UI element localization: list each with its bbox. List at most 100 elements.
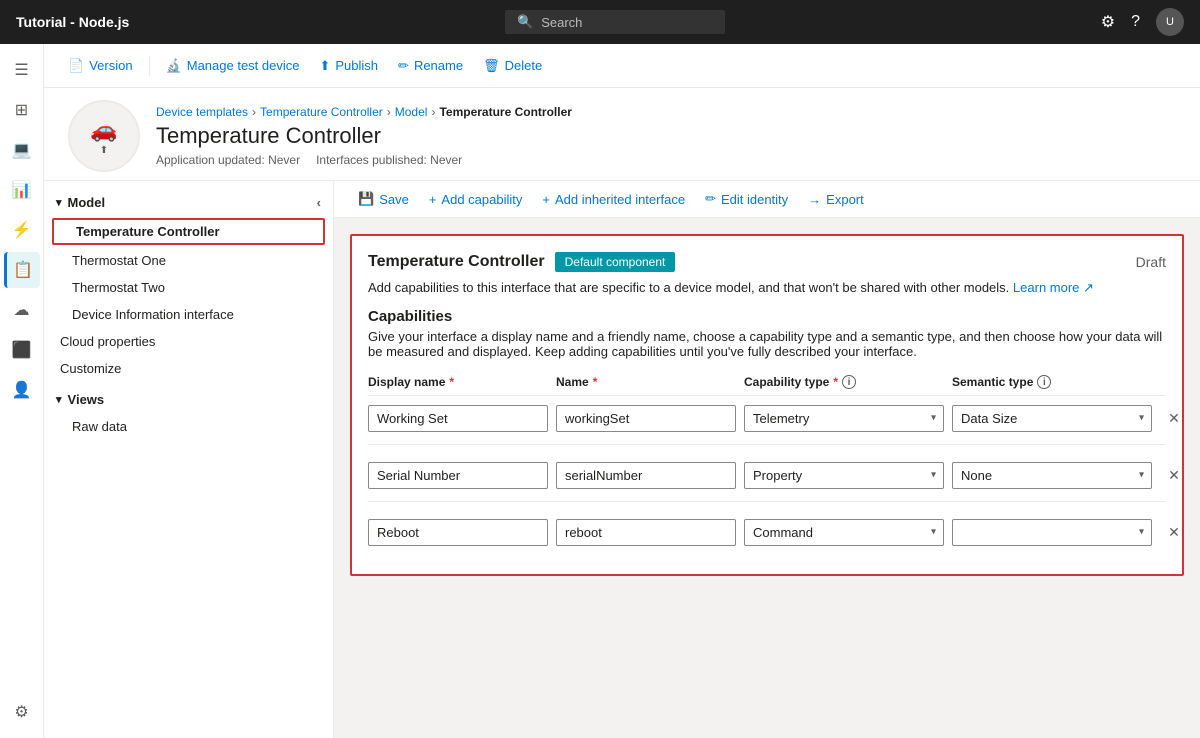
sidebar-item-temperature-controller[interactable]: Temperature Controller bbox=[52, 218, 325, 245]
semantic-type-select-3[interactable]: None bbox=[952, 519, 1152, 546]
views-chevron-icon: ▾ bbox=[56, 393, 62, 406]
rail-devices[interactable]: 💻 bbox=[4, 132, 40, 168]
sidebar-item-cloud-properties[interactable]: Cloud properties bbox=[44, 328, 333, 355]
version-button[interactable]: 📄 Version bbox=[60, 54, 141, 78]
learn-more-link[interactable]: Learn more ↗ bbox=[1013, 280, 1094, 295]
model-section-header[interactable]: ▾ Model ‹ bbox=[44, 189, 333, 216]
save-icon: 💾 bbox=[358, 191, 374, 207]
rail-persons[interactable]: 👤 bbox=[4, 372, 40, 408]
interface-title: Temperature Controller bbox=[368, 253, 545, 271]
rail-settings[interactable]: ⚙ bbox=[4, 694, 40, 730]
trash-icon: 🗑 bbox=[483, 58, 500, 74]
default-component-badge: Default component bbox=[555, 252, 676, 272]
rail-analytics[interactable]: 📊 bbox=[4, 172, 40, 208]
delete-row-2-button[interactable]: ✕ bbox=[1160, 461, 1188, 489]
rail-dashboard[interactable]: ⊞ bbox=[4, 92, 40, 128]
search-bar[interactable]: 🔍 Search bbox=[505, 10, 725, 34]
display-name-required: * bbox=[449, 375, 454, 389]
sidebar-item-customize[interactable]: Customize bbox=[44, 355, 333, 382]
display-name-input-3[interactable] bbox=[368, 519, 548, 546]
add-capability-button[interactable]: + Add capability bbox=[421, 188, 531, 211]
semantic-type-wrapper-3: None ▾ bbox=[952, 519, 1152, 546]
views-section-header[interactable]: ▾ Views bbox=[44, 386, 333, 413]
sidebar-item-raw-data[interactable]: Raw data bbox=[44, 413, 333, 440]
cap-divider-2 bbox=[368, 501, 1166, 502]
breadcrumb-sep1: › bbox=[252, 105, 256, 119]
display-name-input-1[interactable] bbox=[368, 405, 548, 432]
add-inherited-interface-button[interactable]: + Add inherited interface bbox=[534, 188, 693, 211]
topbar-icons: ⚙ ? U bbox=[1101, 8, 1184, 36]
edit-identity-button[interactable]: ✏ Edit identity bbox=[697, 187, 796, 211]
display-name-input-2[interactable] bbox=[368, 462, 548, 489]
rail-hamburger[interactable]: ☰ bbox=[4, 52, 40, 88]
draft-status: Draft bbox=[1136, 254, 1166, 270]
rail-rules[interactable]: ⚡ bbox=[4, 212, 40, 248]
device-icon-symbol: 🚗 bbox=[90, 117, 117, 143]
device-icon: 🚗 ⬆ bbox=[68, 100, 140, 172]
editor-area: Temperature Controller Default component… bbox=[334, 218, 1200, 738]
rename-button[interactable]: ✏ Rename bbox=[390, 54, 471, 78]
avatar[interactable]: U bbox=[1156, 8, 1184, 36]
save-button[interactable]: 💾 Save bbox=[350, 187, 417, 211]
delete-button[interactable]: 🗑 Delete bbox=[475, 54, 550, 78]
cap-divider-1 bbox=[368, 444, 1166, 445]
sidebar-item-device-information[interactable]: Device Information interface bbox=[44, 301, 333, 328]
gear-icon[interactable]: ⚙ bbox=[1101, 12, 1115, 32]
collapse-icon[interactable]: ‹ bbox=[317, 195, 321, 210]
name-input-3[interactable] bbox=[556, 519, 736, 546]
add-inherited-icon: + bbox=[542, 192, 550, 207]
editor-toolbar: 💾 Save + Add capability + Add inherited … bbox=[334, 181, 1200, 218]
rail-jobs[interactable]: ☁ bbox=[4, 292, 40, 328]
app-layout: ☰ ⊞ 💻 📊 ⚡ 📋 ☁ ⬛ 👤 ⚙ 📄 Version 🔬 Manage t… bbox=[0, 44, 1200, 738]
interface-header: Temperature Controller Default component… bbox=[368, 252, 1166, 272]
interface-title-row: Temperature Controller Default component bbox=[368, 252, 675, 272]
export-icon: → bbox=[808, 192, 821, 207]
icon-rail: ☰ ⊞ 💻 📊 ⚡ 📋 ☁ ⬛ 👤 ⚙ bbox=[0, 44, 44, 738]
publish-button[interactable]: ⬆ Publish bbox=[311, 54, 386, 78]
edit-icon: ✏ bbox=[705, 191, 716, 207]
capability-type-select-1[interactable]: Telemetry Property Command bbox=[744, 405, 944, 432]
export-button[interactable]: → Export bbox=[800, 188, 872, 211]
page-header-info: Device templates › Temperature Controlle… bbox=[156, 105, 1176, 167]
rail-templates[interactable]: 📋 bbox=[4, 252, 40, 288]
breadcrumb-sep3: › bbox=[431, 105, 435, 119]
capability-row-3: Telemetry Property Command ▾ bbox=[368, 518, 1166, 546]
capabilities-title: Capabilities bbox=[368, 308, 1166, 325]
delete-row-1-button[interactable]: ✕ bbox=[1160, 404, 1188, 432]
sidebar-item-thermostat-two[interactable]: Thermostat Two bbox=[44, 274, 333, 301]
rail-data-export[interactable]: ⬛ bbox=[4, 332, 40, 368]
capability-type-select-3[interactable]: Telemetry Property Command bbox=[744, 519, 944, 546]
editor-wrapper: 💾 Save + Add capability + Add inherited … bbox=[334, 181, 1200, 738]
breadcrumb-device-templates[interactable]: Device templates bbox=[156, 105, 248, 119]
semantic-type-select-2[interactable]: None Data Size bbox=[952, 462, 1152, 489]
manage-test-device-button[interactable]: 🔬 Manage test device bbox=[158, 54, 308, 78]
capability-type-info-icon[interactable]: i bbox=[842, 375, 856, 389]
interface-card: Temperature Controller Default component… bbox=[350, 234, 1184, 576]
sidebar-item-thermostat-one[interactable]: Thermostat One bbox=[44, 247, 333, 274]
model-section-label: Model bbox=[68, 195, 317, 210]
capability-type-wrapper-1: Telemetry Property Command ▾ bbox=[744, 405, 944, 432]
content-body: ▾ Model ‹ Temperature Controller Thermos… bbox=[44, 181, 1200, 738]
delete-row-3-button[interactable]: ✕ bbox=[1160, 518, 1188, 546]
application-updated: Application updated: Never bbox=[156, 153, 300, 167]
capability-type-header: Capability type * i bbox=[744, 375, 944, 389]
publish-icon: ⬆ bbox=[319, 58, 330, 74]
capabilities-description: Give your interface a display name and a… bbox=[368, 329, 1166, 359]
semantic-type-wrapper-1: Data Size None ▾ bbox=[952, 405, 1152, 432]
capability-type-select-2[interactable]: Telemetry Property Command bbox=[744, 462, 944, 489]
semantic-type-select-1[interactable]: Data Size None bbox=[952, 405, 1152, 432]
breadcrumb-temperature-controller[interactable]: Temperature Controller bbox=[260, 105, 383, 119]
page-meta: Application updated: Never Interfaces pu… bbox=[156, 153, 1176, 167]
search-placeholder: Search bbox=[541, 15, 582, 30]
model-chevron-icon: ▾ bbox=[56, 196, 62, 209]
page-title: Temperature Controller bbox=[156, 123, 1176, 149]
name-input-2[interactable] bbox=[556, 462, 736, 489]
name-input-1[interactable] bbox=[556, 405, 736, 432]
views-section-label: Views bbox=[68, 392, 321, 407]
help-icon[interactable]: ? bbox=[1131, 13, 1140, 31]
breadcrumb-model[interactable]: Model bbox=[395, 105, 428, 119]
capability-type-wrapper-3: Telemetry Property Command ▾ bbox=[744, 519, 944, 546]
manage-icon: 🔬 bbox=[166, 58, 182, 74]
semantic-type-info-icon[interactable]: i bbox=[1037, 375, 1051, 389]
interface-description: Add capabilities to this interface that … bbox=[368, 280, 1166, 296]
